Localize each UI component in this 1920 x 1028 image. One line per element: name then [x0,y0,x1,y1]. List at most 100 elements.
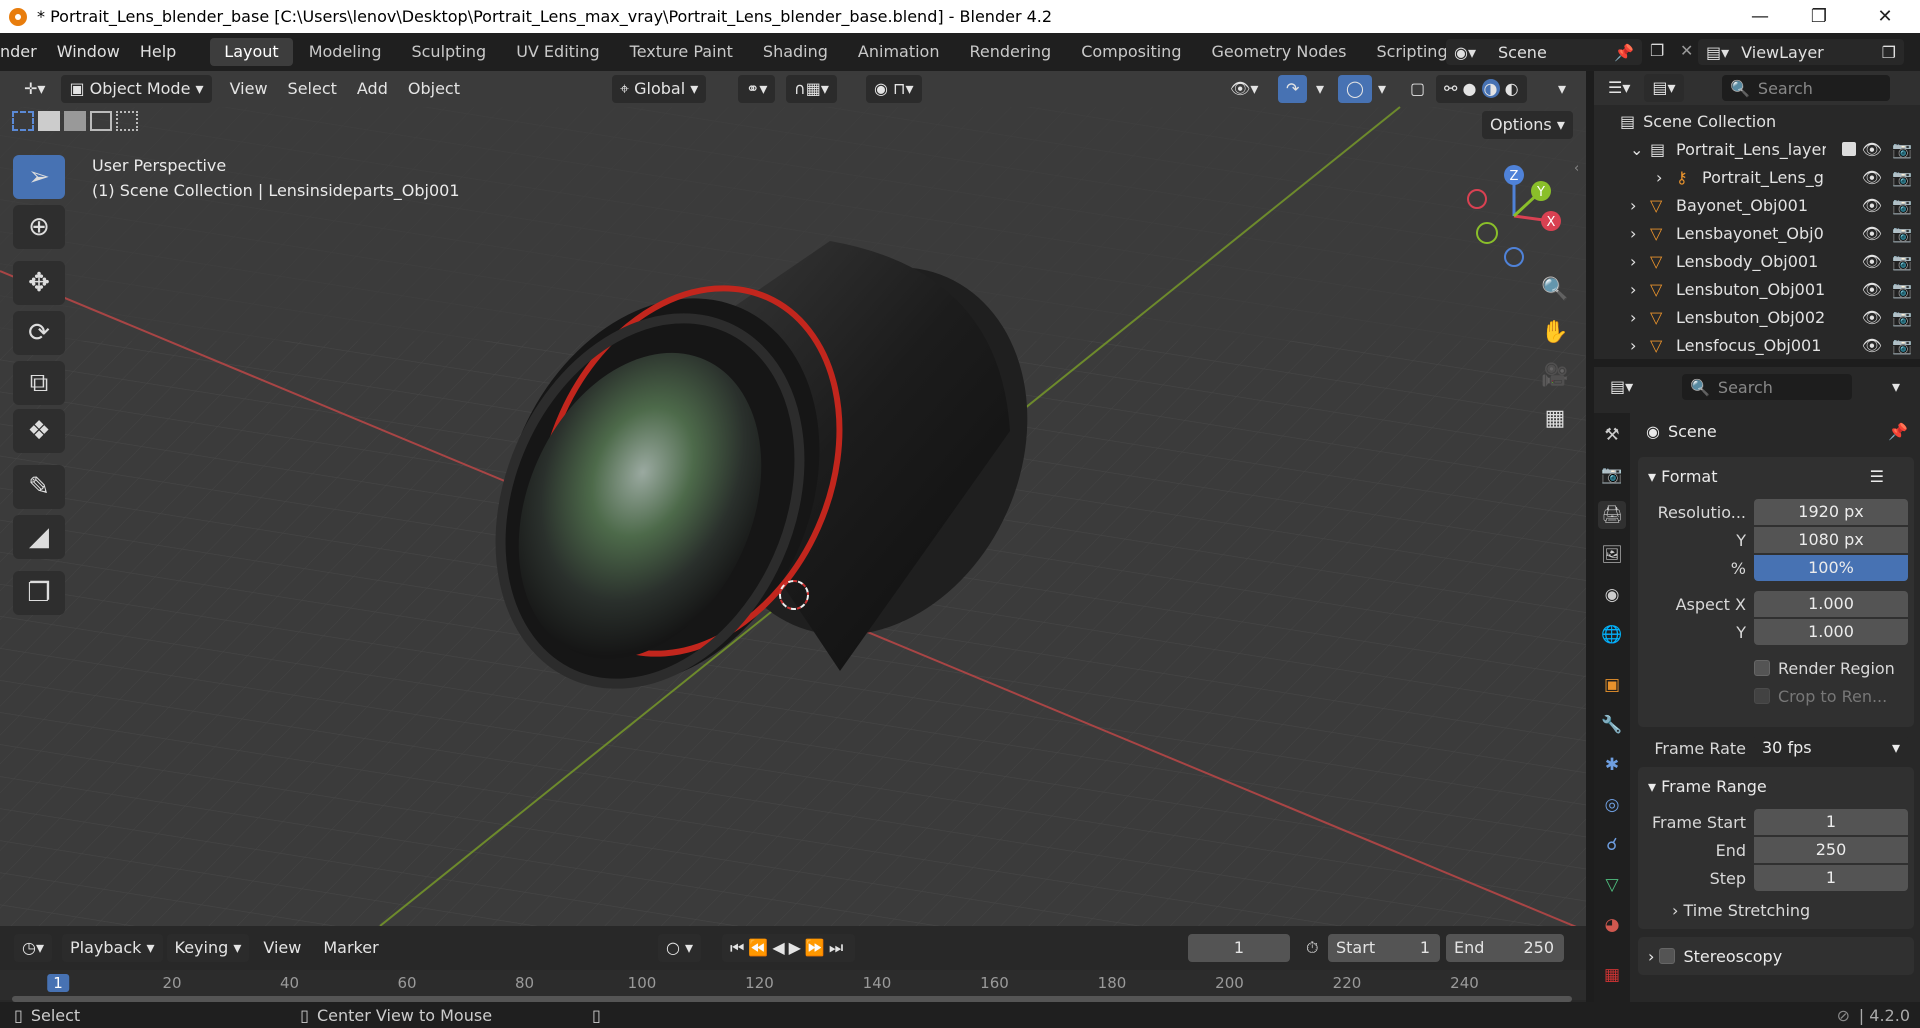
eye-icon[interactable]: 👁 [1862,308,1882,327]
current-frame-field[interactable]: 1 [1188,934,1290,962]
overlays-dropdown-icon[interactable]: ▾ [1370,75,1394,103]
zoom-icon[interactable]: 🔍 [1537,271,1573,307]
frame-range-panel-header[interactable]: ▾ Frame Range [1638,767,1914,805]
stereoscopy-check-icon[interactable] [1659,948,1676,964]
rotate-tool-icon[interactable]: ⟳ [13,311,65,355]
eye-icon[interactable]: 👁 [1862,224,1882,243]
transform-orientation[interactable]: ⌖ Global ▾ [612,75,707,103]
outliner-row[interactable]: › ▽ Lensfocus_Obj001 👁 📷 [1594,331,1920,359]
playback-controls[interactable]: ⏮⏪◀▶⏩⏭ [722,934,856,962]
ortho-grid-icon[interactable]: ▦ [1537,400,1573,436]
scene-tab-icon[interactable]: ◉ [1598,581,1626,609]
outliner-row[interactable]: ⌄ ▤ Portrait_Lens_layer 👁 📷 [1594,135,1920,163]
camera-view-icon[interactable]: 🎥 [1537,357,1573,393]
time-stretching-subpanel[interactable]: › Time Stretching [1638,897,1914,923]
snap-icon[interactable]: ∩▦▾ [786,75,837,103]
outliner-row[interactable]: › ⚷ Portrait_Lens_g 👁 📷 [1594,163,1920,191]
3d-viewport[interactable]: ✛▾ ▣ Object Mode ▾ View Select Add Objec… [0,71,1586,926]
format-panel-header[interactable]: ▾ Format ☰ [1638,457,1914,495]
tab-compositing[interactable]: Compositing [1067,38,1195,66]
stopwatch-icon[interactable]: ⏱ [1298,934,1326,962]
xray-icon[interactable]: ▢ [1402,75,1433,103]
cursor-tool-icon[interactable]: ⊕ [13,205,65,249]
end-frame-field[interactable]: End 250 [1446,934,1564,962]
render-tab-icon[interactable]: 📷 [1598,461,1626,489]
maximize-button[interactable]: ❐ [1792,0,1846,33]
properties-options-icon[interactable]: ▾ [1884,373,1908,401]
properties-editor-type-icon[interactable]: ▤▾ [1602,373,1641,401]
select-box-intersect-icon[interactable] [116,111,138,131]
viewlayer-selector[interactable]: ▤▾ ViewLayer ❐ [1698,39,1904,65]
material-tab-icon[interactable]: ◕ [1598,911,1626,939]
menu-window[interactable]: Window [47,33,130,71]
render-region-checkbox[interactable]: Render Region [1638,655,1914,681]
menu-playback[interactable]: Playback ▾ [62,934,163,962]
tab-uv-editing[interactable]: UV Editing [502,38,613,66]
outliner-editor-type-icon[interactable]: ☰▾ [1600,74,1638,102]
resolution-percent-field[interactable]: 100% [1754,555,1908,581]
transform-tool-icon[interactable]: ❖ [13,409,65,453]
scene-selector[interactable]: ◉▾ Scene 📌 [1446,39,1642,65]
menu-help[interactable]: Help [130,33,186,71]
menu-view[interactable]: View [222,75,276,103]
context-pin-icon[interactable]: 📌 [1888,422,1908,441]
expand-chevron-icon[interactable]: › [1630,308,1636,327]
tab-geometry-nodes[interactable]: Geometry Nodes [1197,38,1360,66]
shading-dropdown-icon[interactable]: ▾ [1550,75,1574,103]
menu-select[interactable]: Select [280,75,345,103]
exclude-checkbox-icon[interactable] [1842,142,1856,156]
outliner-row[interactable]: › ▽ Lensbayonet_Obj0 👁 📷 [1594,219,1920,247]
annotate-tool-icon[interactable]: ✎ [13,465,65,509]
render-camera-icon[interactable]: 📷 [1892,336,1912,355]
modifier-tab-icon[interactable]: 🔧 [1598,711,1626,739]
expand-chevron-icon[interactable]: ⌄ [1630,140,1643,159]
tab-rendering[interactable]: Rendering [955,38,1065,66]
select-tool-icon[interactable]: ➢ [13,155,65,199]
crop-check-icon[interactable] [1754,688,1770,704]
world-tab-icon[interactable]: 🌐 [1598,621,1626,649]
view-layer-tab-icon[interactable]: 🖼 [1598,541,1626,569]
expand-chevron-icon[interactable]: › [1630,336,1636,355]
menu-render[interactable]: nder [0,33,47,71]
minimize-button[interactable]: — [1733,0,1787,33]
constraints-tab-icon[interactable]: ☌ [1598,831,1626,859]
tab-texture-paint[interactable]: Texture Paint [616,38,747,66]
editor-type-icon[interactable]: ✛▾ [16,75,53,103]
render-camera-icon[interactable]: 📷 [1892,252,1912,271]
render-camera-icon[interactable]: 📷 [1892,280,1912,299]
pin-icon[interactable]: 📌 [1614,43,1634,62]
render-camera-icon[interactable]: 📷 [1892,308,1912,327]
outliner-row[interactable]: › ▽ Lensbuton_Obj001 👁 📷 [1594,275,1920,303]
gizmo-dropdown-icon[interactable]: ▾ [1308,75,1332,103]
outliner-search-input[interactable]: 🔍 Search [1722,75,1890,101]
select-box-extend-icon[interactable] [38,111,60,131]
render-region-check-icon[interactable] [1754,660,1770,676]
crop-checkbox[interactable]: Crop to Ren... [1638,683,1914,709]
measure-tool-icon[interactable]: ◢ [13,515,65,559]
sidebar-toggle-icon[interactable]: ‹ [1574,161,1579,176]
select-box-subtract-icon[interactable] [64,111,86,131]
expand-chevron-icon[interactable]: › [1630,252,1636,271]
data-tab-icon[interactable]: ▽ [1598,871,1626,899]
outliner-row[interactable]: › ▽ Lensbody_Obj001 👁 📷 [1594,247,1920,275]
outliner-row[interactable]: › ▽ Lensbuton_Obj002 👁 📷 [1594,303,1920,331]
menu-keying[interactable]: Keying ▾ [166,934,250,962]
eye-icon[interactable]: 👁 [1862,336,1882,355]
add-cube-tool-icon[interactable]: ❐ [13,571,65,615]
display-mode-icon[interactable]: ▤▾ [1644,74,1684,102]
tab-sculpting[interactable]: Sculpting [397,38,500,66]
select-mode-icons[interactable] [12,111,138,131]
pivot-icon[interactable]: ⚭▾ [738,75,776,103]
tab-animation[interactable]: Animation [844,38,954,66]
navigation-gizmo[interactable]: Z X Y [1459,161,1569,271]
proportional-edit-icon[interactable]: ◉ ⊓▾ [866,75,922,103]
delete-scene-icon[interactable]: ✕ [1680,41,1693,60]
menu-add[interactable]: Add [349,75,396,103]
timeline-editor-type-icon[interactable]: ◷▾ [14,934,52,962]
scale-tool-icon[interactable]: ⧉ [13,361,65,405]
render-camera-icon[interactable]: 📷 [1892,196,1912,215]
new-viewlayer-icon[interactable]: ❐ [1882,43,1896,62]
select-box-new-icon[interactable] [12,111,34,131]
outliner-row-root[interactable]: ▤ Scene Collection [1594,107,1920,135]
aspect-y-field[interactable]: 1.000 [1754,619,1908,645]
